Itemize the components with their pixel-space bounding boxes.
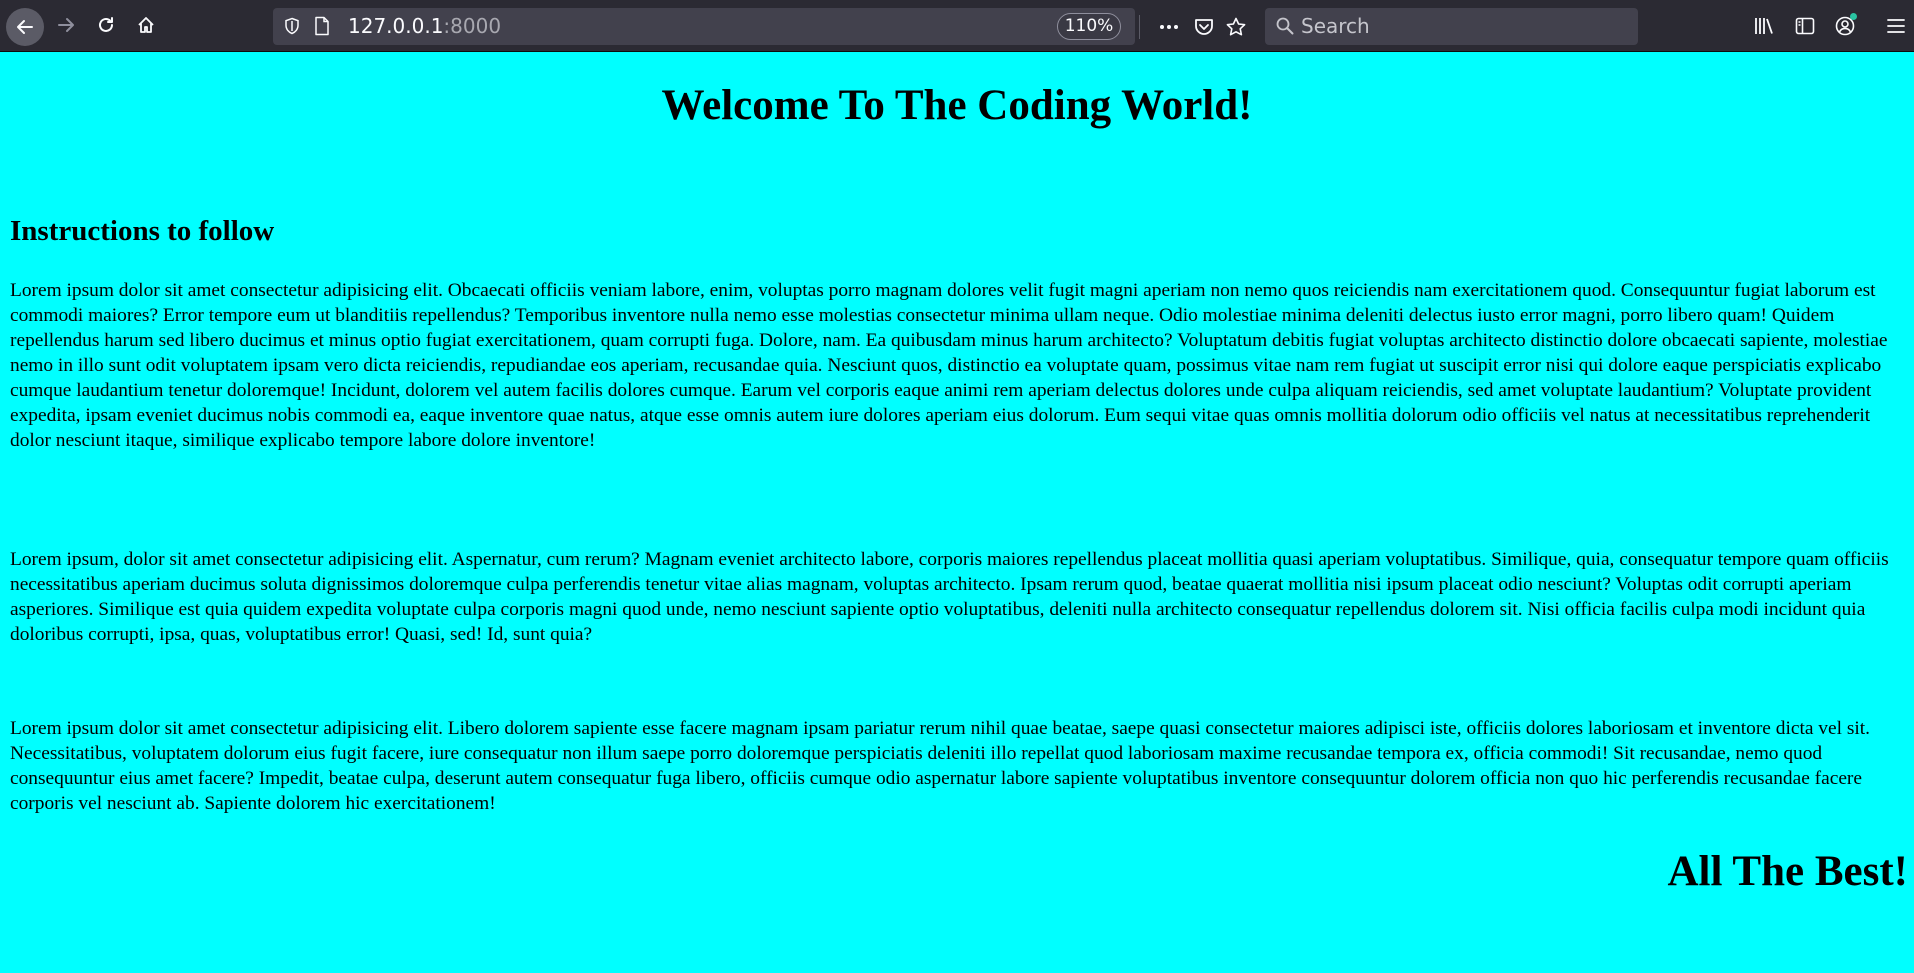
section-heading: Instructions to follow (10, 215, 275, 247)
browser-toolbar: 127.0.0.1:8000 110% (0, 0, 1914, 52)
menu-icon[interactable] (1885, 15, 1907, 37)
page-content: Welcome To The Coding World! Instruction… (0, 52, 1914, 973)
search-bar[interactable] (1265, 8, 1638, 45)
paragraph-3: Lorem ipsum dolor sit amet consectetur a… (10, 718, 1870, 814)
home-icon (138, 17, 154, 33)
more-icon[interactable] (1158, 16, 1180, 38)
forward-button[interactable] (48, 7, 84, 43)
page-title: Welcome To The Coding World! (661, 82, 1253, 129)
search-input[interactable] (1301, 12, 1621, 40)
paragraph-2: Lorem ipsum, dolor sit amet consectetur … (10, 549, 1889, 645)
paragraph-1: Lorem ipsum dolor sit amet consectetur a… (10, 280, 1888, 451)
url-bar[interactable]: 127.0.0.1:8000 110% (273, 8, 1246, 45)
account-notification-dot (1850, 13, 1857, 20)
reload-button[interactable] (88, 7, 124, 43)
library-icon[interactable] (1753, 15, 1775, 37)
reload-icon (99, 17, 113, 32)
url-text[interactable]: 127.0.0.1:8000 (348, 15, 501, 37)
search-icon (1276, 17, 1294, 35)
home-button[interactable] (128, 7, 164, 43)
page-icon[interactable] (313, 16, 331, 36)
back-button[interactable] (6, 8, 44, 46)
sidebar-icon[interactable] (1794, 15, 1816, 37)
zoom-level-badge[interactable]: 110% (1057, 13, 1121, 40)
star-icon[interactable] (1225, 16, 1247, 38)
forward-icon (58, 18, 74, 32)
shield-icon[interactable] (283, 17, 301, 35)
closing-heading: All The Best! (1667, 848, 1909, 895)
url-port: :8000 (443, 14, 502, 38)
back-icon (17, 20, 33, 34)
url-separator (1139, 15, 1140, 39)
pocket-icon[interactable] (1193, 16, 1215, 38)
url-host: 127.0.0.1 (348, 14, 444, 38)
